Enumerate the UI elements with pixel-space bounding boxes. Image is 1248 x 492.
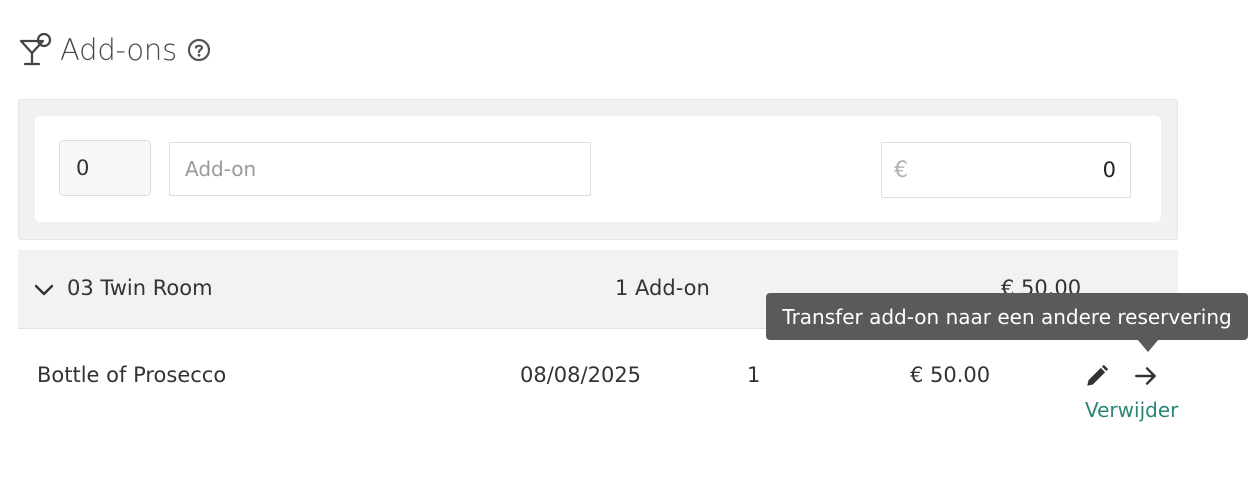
item-name: Bottle of Prosecco — [37, 363, 227, 387]
page-title: Add-ons — [60, 33, 177, 67]
table-row: Bottle of Prosecco 08/08/2025 1 € 50.00 … — [18, 329, 1178, 429]
item-quantity: 1 — [747, 363, 761, 387]
delete-link[interactable]: Verwijder — [1085, 398, 1178, 422]
pencil-icon[interactable] — [1084, 363, 1110, 389]
item-price: € 50.00 — [910, 363, 991, 387]
item-date: 08/08/2025 — [520, 363, 642, 387]
tooltip-arrow — [1137, 339, 1159, 352]
price-input[interactable] — [918, 157, 1130, 183]
help-circle-icon[interactable] — [187, 38, 211, 62]
cocktail-icon — [18, 32, 54, 68]
group-name: 03 Twin Room — [67, 276, 213, 300]
transfer-tooltip: Transfer add-on naar een andere reserver… — [766, 293, 1248, 340]
chevron-down-icon[interactable] — [32, 278, 56, 302]
arrow-right-icon[interactable] — [1133, 363, 1159, 389]
currency-prefix: € — [894, 157, 908, 183]
addon-name-input[interactable] — [169, 142, 591, 196]
quantity-input[interactable] — [59, 140, 151, 196]
group-addon-count: 1 Add-on — [615, 276, 710, 300]
addons-header: Add-ons — [18, 30, 211, 70]
price-field[interactable]: € — [881, 142, 1131, 198]
